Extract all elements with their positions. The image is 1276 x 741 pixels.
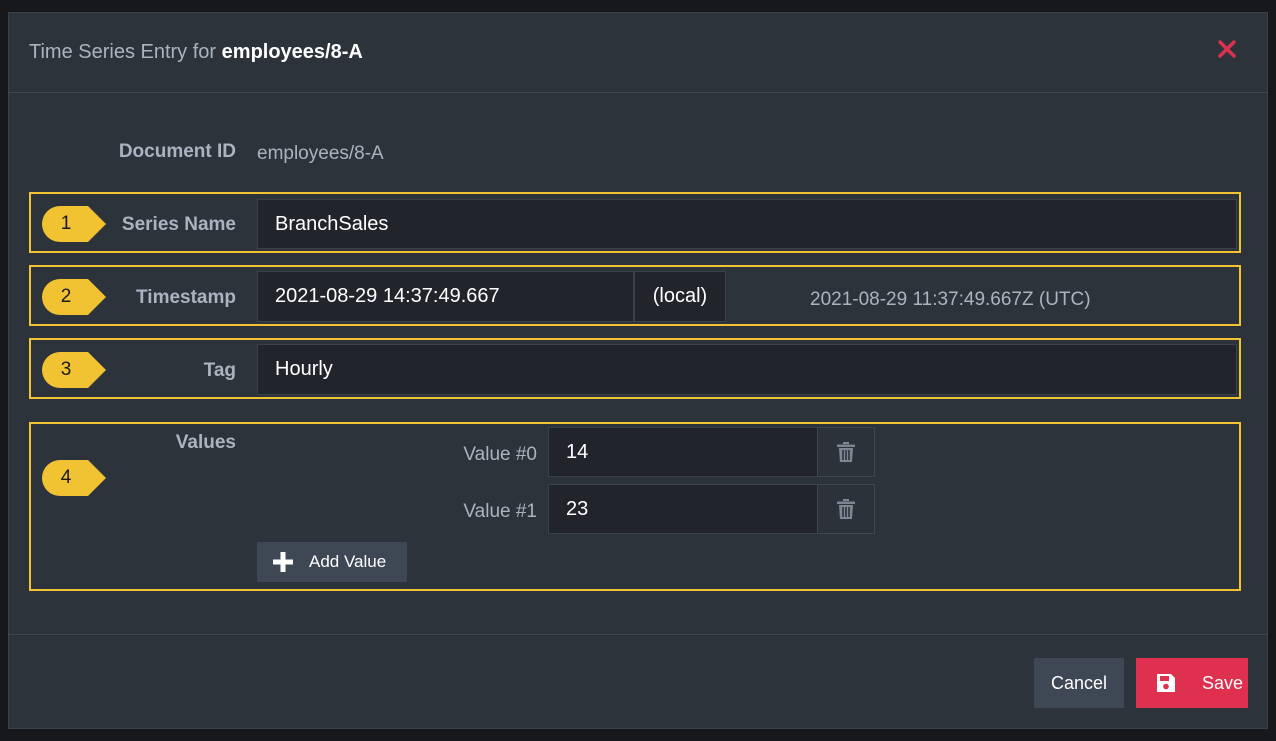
close-icon [1218,40,1236,58]
document-id-value: employees/8-A [257,143,384,164]
value-0-label: Value #0 [463,444,537,465]
timestamp-utc-text: 2021-08-29 11:37:49.667Z (UTC) [810,289,1091,310]
tag-label: Tag [203,360,236,381]
cancel-button[interactable]: Cancel [1034,658,1124,708]
values-label: Values [175,432,236,453]
callout-number: 4 [60,467,72,488]
footer-divider [9,634,1267,635]
time-series-entry-dialog: Time Series Entry for employees/8-A Docu… [8,12,1268,729]
delete-value-1-button[interactable] [817,484,875,534]
series-name-label: Series Name [121,214,236,235]
trash-icon [837,442,855,462]
timestamp-input[interactable]: 2021-08-29 14:37:49.667 [257,271,634,322]
save-icon [1157,674,1175,692]
callout-marker-4: 4 [40,458,108,498]
timestamp-label: Timestamp [136,287,236,308]
value-0-input[interactable]: 14 [548,427,818,477]
tag-input[interactable]: Hourly [257,344,1237,395]
delete-value-0-button[interactable] [817,427,875,477]
document-id-label: Document ID [118,141,236,162]
cancel-label: Cancel [1050,672,1108,693]
add-value-button[interactable]: Add Value [257,542,407,582]
dialog-title: Time Series Entry for employees/8-A [29,41,363,64]
value-1-input[interactable]: 23 [548,484,818,534]
close-button[interactable] [1215,37,1239,61]
dialog-title-document: employees/8-A [221,41,363,63]
timestamp-zone-addon: (local) [634,271,726,322]
plus-icon [273,552,293,572]
add-value-label: Add Value [309,552,387,571]
value-1-label: Value #1 [463,501,537,522]
dialog-title-prefix: Time Series Entry for [29,41,217,63]
trash-icon [837,499,855,519]
series-name-input[interactable]: BranchSales [257,199,1237,249]
save-label: Save [1202,672,1244,693]
save-button[interactable]: Save [1136,658,1248,708]
dialog-header: Time Series Entry for employees/8-A [9,13,1267,93]
